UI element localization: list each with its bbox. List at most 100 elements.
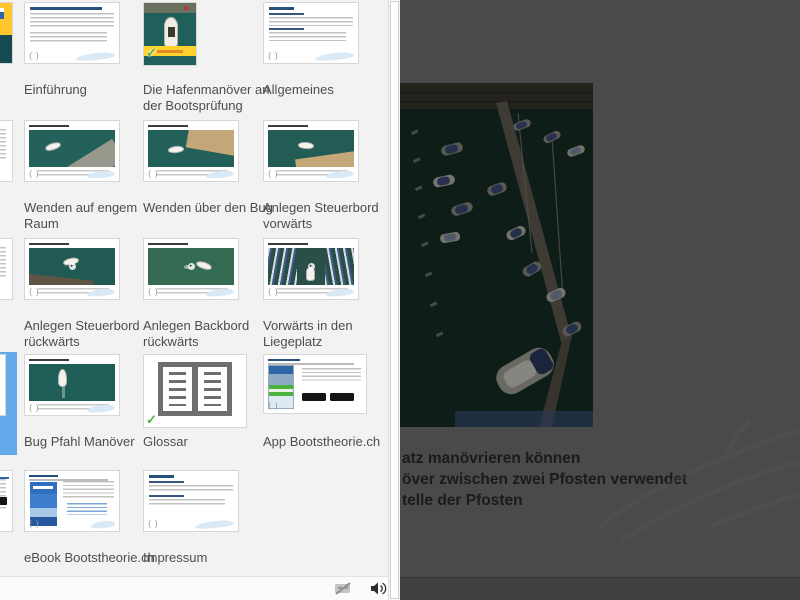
slide-thumbnail[interactable]: [263, 120, 359, 182]
menu-item-allgemeines[interactable]: Allgemeines: [263, 2, 397, 64]
menu-item-anlegen-backbord-rueckwaerts[interactable]: Anlegen Backbord rückwärts: [143, 238, 277, 300]
slide-thumbnail[interactable]: [24, 120, 120, 182]
marina-photo: [400, 83, 593, 427]
play-icon: [188, 263, 195, 270]
decor: [29, 521, 39, 530]
volume-on-icon[interactable]: [370, 581, 390, 596]
boat-decor: [58, 369, 67, 387]
decor: [144, 3, 196, 13]
menu-item-label: Wenden auf engem Raum: [24, 200, 158, 232]
player-bar: [0, 576, 388, 600]
menu-item-label: Impressum: [143, 550, 277, 566]
decor: [29, 125, 69, 127]
slide-thumbnail-partial[interactable]: [0, 354, 6, 416]
decor: [0, 129, 6, 159]
slide-thumbnail[interactable]: [24, 2, 120, 64]
video-still: [29, 248, 115, 285]
decor: [30, 13, 114, 29]
decor: [268, 171, 278, 180]
menu-item-impressum[interactable]: Impressum: [143, 470, 277, 532]
menu-item-label: Bug Pfahl Manöver: [24, 434, 158, 450]
decor: [268, 248, 297, 285]
slide-thumbnail[interactable]: [24, 470, 120, 532]
book-icon: [158, 362, 232, 416]
boat-decor: [195, 260, 212, 272]
menu-item-selected-partial[interactable]: [0, 352, 17, 455]
menu-item-label: Vorwärts in den Liegeplatz: [263, 318, 397, 350]
menu-item-anlegen-steuerbord-vorwaerts[interactable]: Anlegen Steuerbord vorwärts: [263, 120, 397, 182]
slide-thumbnail[interactable]: [263, 354, 367, 414]
slide-thumbnail-partial[interactable]: [0, 238, 13, 300]
video-still: [29, 364, 115, 401]
app-store-badge: [302, 393, 326, 401]
slide-thumbnail-partial[interactable]: [0, 120, 13, 182]
slide-thumbnail[interactable]: [143, 238, 239, 300]
boat-watermark: [600, 418, 800, 563]
completed-check-icon: ✓: [146, 46, 157, 59]
decor: [148, 521, 158, 530]
decor: [29, 289, 39, 298]
decor: [157, 50, 183, 53]
slide-thumbnail[interactable]: [24, 238, 120, 300]
slide-thumbnail[interactable]: [143, 120, 239, 182]
decor: [90, 520, 115, 529]
decor: [62, 385, 65, 398]
decor: [67, 503, 107, 515]
menu-item-bug-pfahl-manoever[interactable]: Bug Pfahl Manöver: [24, 354, 158, 416]
menu-item-app[interactable]: App Bootstheorie.ch: [263, 354, 397, 414]
menu-item-glossar[interactable]: ✓ Glossar: [143, 354, 277, 428]
menu-item-label: Allgemeines: [263, 82, 397, 98]
slide-thumbnail[interactable]: [24, 354, 120, 416]
decor: [194, 519, 234, 529]
decor: [29, 405, 39, 414]
menu-item-wenden-ueber-bug[interactable]: Wenden über den Bug: [143, 120, 277, 182]
dimmed-player-bar: [400, 577, 800, 600]
menu-item-label: Anlegen Backbord rückwärts: [143, 318, 277, 350]
menu-item-wenden-engem-raum[interactable]: Wenden auf engem Raum: [24, 120, 158, 182]
decor: [149, 485, 233, 493]
slide-thumbnail-partial-cover[interactable]: [0, 2, 13, 64]
play-icon: [69, 263, 76, 270]
decor: [0, 247, 6, 277]
decor: [295, 151, 354, 167]
decor: [149, 495, 184, 497]
decor: [29, 359, 69, 361]
scrollbar-thumb[interactable]: [390, 1, 399, 599]
video-still: [268, 248, 354, 285]
menu-scrollbar[interactable]: [388, 0, 400, 600]
slide-thumbnail[interactable]: ✓: [143, 354, 247, 428]
completed-check-icon: ✓: [146, 413, 157, 426]
decor: [314, 51, 354, 61]
menu-item-anlegen-steuerbord-rueckwaerts[interactable]: Anlegen Steuerbord rückwärts: [24, 238, 158, 300]
slide-thumbnail[interactable]: [143, 470, 239, 532]
app-store-badges: [302, 388, 358, 406]
menu-item-einfuehrung[interactable]: Einführung: [24, 2, 158, 64]
menu-item-ebook[interactable]: eBook Bootstheorie.ch: [24, 470, 158, 532]
slide-thumbnail[interactable]: ✓: [143, 2, 197, 66]
menu-item-label: Die Hafenmanöver an der Bootsprüfung: [143, 82, 277, 114]
boat-decor: [44, 141, 61, 153]
decor: [148, 171, 158, 180]
decor: [29, 243, 69, 245]
decor: [61, 139, 115, 167]
course-menu-panel: Einführung ✓ Die Hafenmanöver an der Boo…: [0, 0, 400, 600]
slide-thumbnail[interactable]: [263, 2, 359, 64]
decor: [29, 53, 39, 62]
decor: [325, 248, 354, 285]
decor: [149, 475, 174, 478]
decor: [268, 363, 354, 365]
menu-item-vorwaerts-liegeplatz[interactable]: Vorwärts in den Liegeplatz: [263, 238, 397, 300]
video-still: [268, 130, 354, 167]
decor: [268, 243, 308, 245]
slide-thumbnail[interactable]: [263, 238, 359, 300]
captions-off-icon[interactable]: [333, 581, 353, 596]
menu-item-label: eBook Bootstheorie.ch: [24, 550, 158, 566]
decor: [33, 486, 53, 489]
decor: [268, 403, 278, 412]
decor: [148, 125, 188, 127]
menu-item-label: Wenden über den Bug: [143, 200, 277, 216]
menu-item-hafenmanoever[interactable]: ✓ Die Hafenmanöver an der Bootsprüfung: [143, 2, 277, 66]
menu-item-label: Anlegen Steuerbord rückwärts: [24, 318, 158, 350]
slide-thumbnail-partial[interactable]: [0, 470, 13, 532]
decor: [148, 289, 158, 298]
